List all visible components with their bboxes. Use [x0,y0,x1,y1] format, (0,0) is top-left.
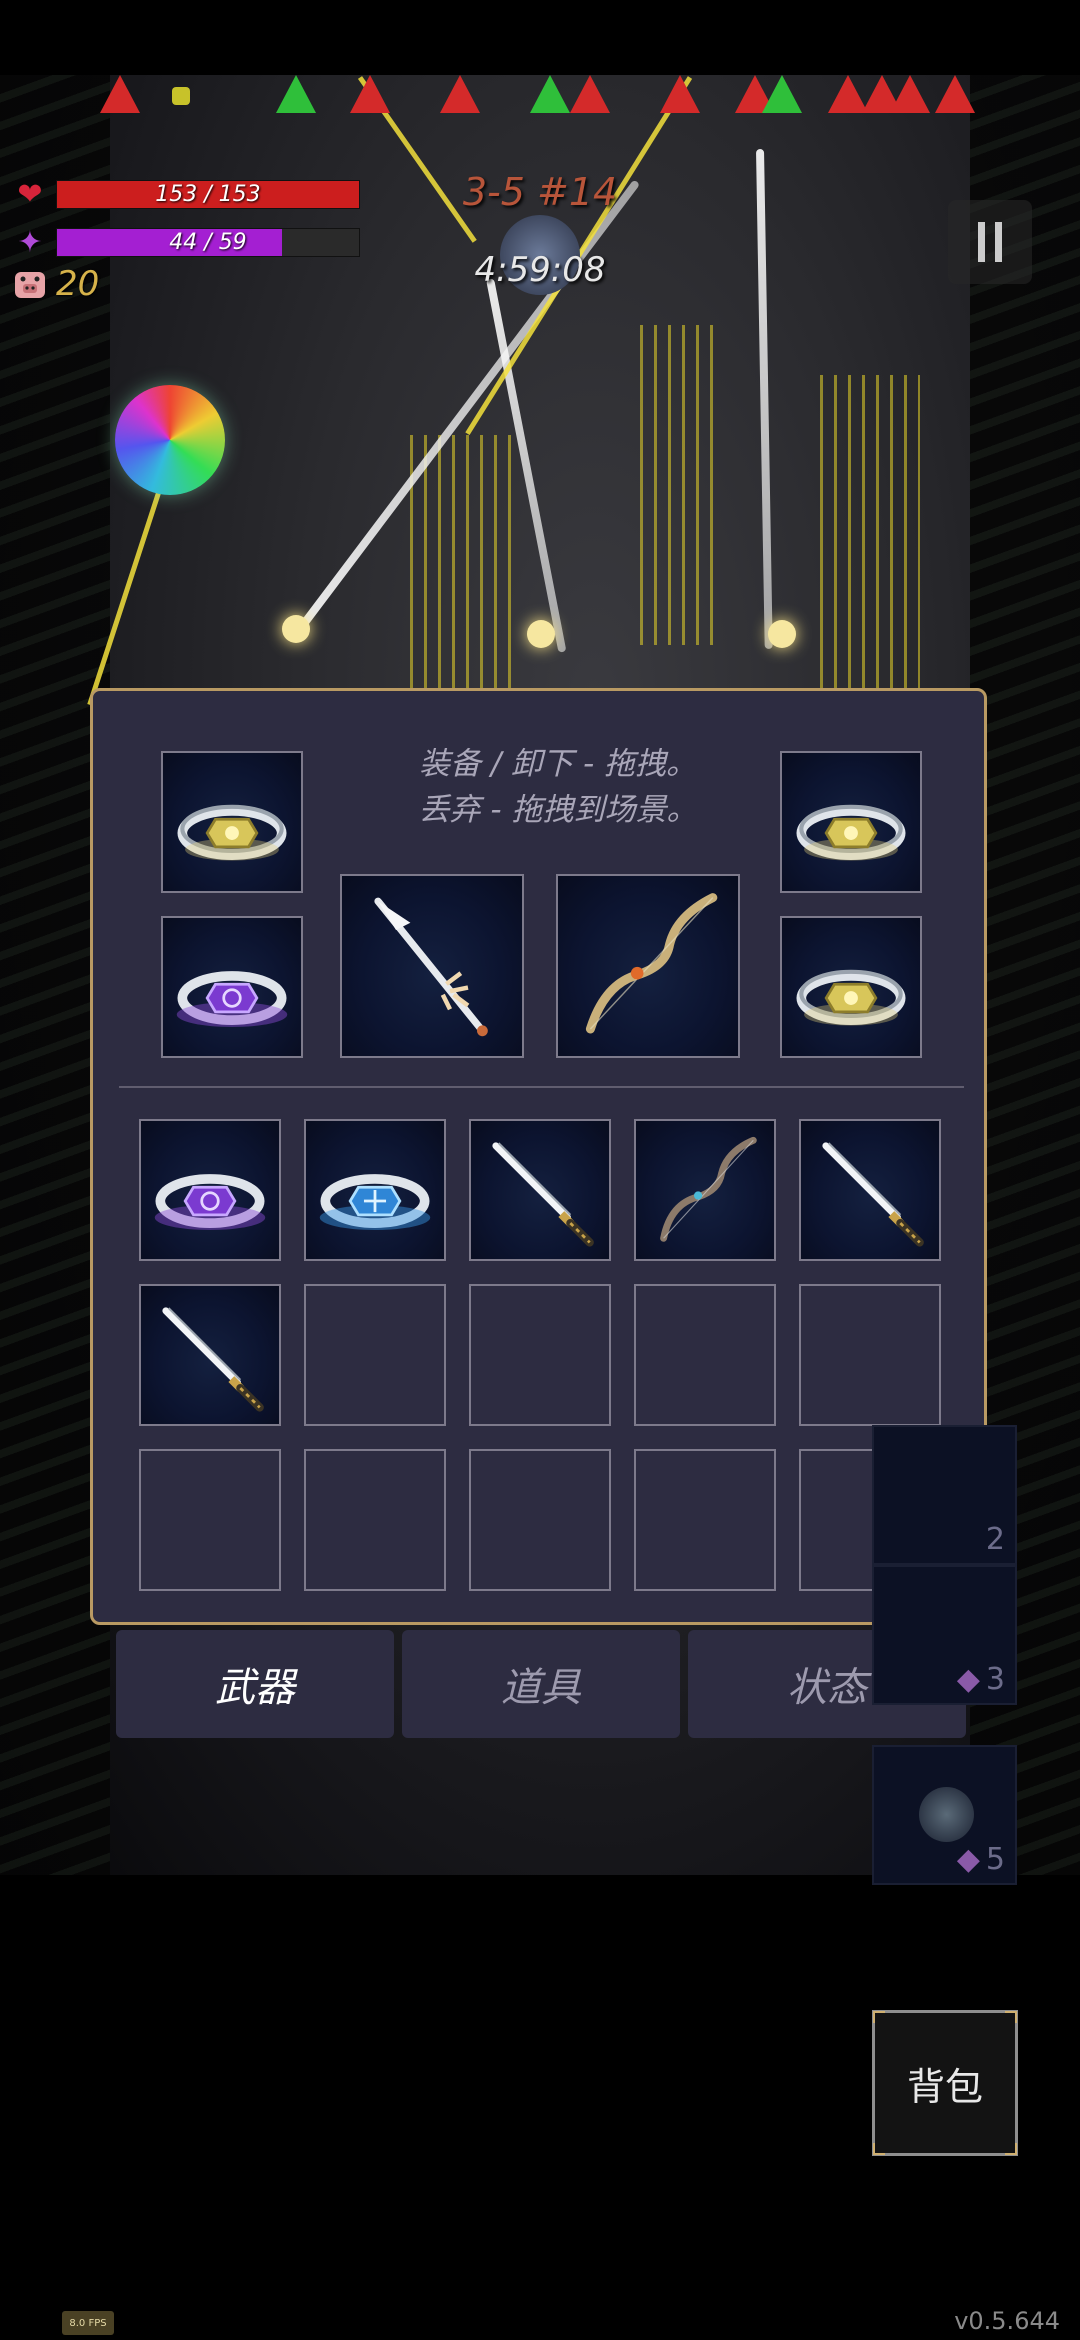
enemy-marker [570,75,610,113]
ring-slot-bottom-right[interactable] [780,916,922,1058]
enemy-marker [172,87,190,105]
purple-ring-icon [163,918,301,1056]
skill-cost-value: 2 [985,1522,1005,1557]
corner-decoration [873,2011,885,2023]
bag-slot-empty[interactable] [304,1449,446,1591]
skill-cost: ◆ 3 [957,1662,1005,1697]
pause-button[interactable] [948,200,1032,284]
bag-slot[interactable] [304,1119,446,1261]
weapon-slot-2[interactable] [556,874,740,1058]
timer: 4:59:08 [474,250,606,290]
corner-decoration [873,2143,885,2155]
hint-discard: 丢弃 - 拖拽到场景。 [418,792,698,828]
katana-icon [801,1121,939,1259]
turret [768,620,796,648]
enemy-markers [0,75,1080,120]
gold-ring-icon [782,753,920,891]
purple-ring-icon [141,1121,279,1259]
skill-cost-value: 5 [985,1842,1005,1877]
skill-icon [919,1787,974,1842]
bag-slot-empty[interactable] [634,1449,776,1591]
bag-slot[interactable] [469,1119,611,1261]
version-label: v0.5.644 [954,2307,1060,2335]
tab-weapons[interactable]: 武器 [116,1630,394,1738]
bag-slot-empty[interactable] [469,1449,611,1591]
backpack-button[interactable]: 背包 [872,2010,1018,2156]
enemy-marker [660,75,700,113]
bag-slot-empty[interactable] [304,1284,446,1426]
ring-slot-top-left[interactable] [161,751,303,893]
fps-counter: 8.0 FPS [62,2311,114,2335]
turret [527,620,555,648]
spear-icon [342,876,522,1056]
enemy-marker [276,75,316,113]
tab-items[interactable]: 道具 [402,1630,680,1738]
projectile-field [820,375,920,725]
enemy-marker [100,75,140,113]
bag-slot[interactable] [139,1119,281,1261]
bow-icon [558,876,738,1056]
skill-slot[interactable]: ◆ 3 [872,1565,1017,1705]
enemy-marker [762,75,802,113]
gem-icon: ◆ [956,1662,980,1697]
hint-equip: 装备 / 卸下 - 拖拽。 [418,746,698,782]
bag-slot-empty[interactable] [799,1284,941,1426]
bow-icon [636,1121,774,1259]
inventory-hint: 装备 / 卸下 - 拖拽。 丢弃 - 拖拽到场景。 [393,741,723,833]
backpack-label: 背包 [906,2064,983,2109]
skill-cost: ◆ 5 [957,1842,1005,1877]
inventory-panel: 装备 / 卸下 - 拖拽。 丢弃 - 拖拽到场景。 [90,688,987,1625]
turret [282,615,310,643]
bag-slot-empty[interactable] [634,1284,776,1426]
gold-ring-icon [782,918,920,1056]
ring-slot-top-right[interactable] [780,751,922,893]
projectile-field [640,325,720,645]
enemy-marker [350,75,390,113]
stage-label: 3-5 #14 [462,170,618,214]
gold-ring-icon [163,753,301,891]
bag-slot[interactable] [634,1119,776,1261]
skill-cost-value: 3 [985,1662,1005,1697]
inventory-tabs: 武器 道具 状态 [116,1630,966,1738]
corner-decoration [1005,2143,1017,2155]
gem-icon: ◆ [956,1842,980,1877]
bag-slot[interactable] [139,1284,281,1426]
skill-cost: 2 [986,1522,1005,1557]
katana-icon [141,1286,279,1424]
pause-icon-bar [995,222,1002,262]
enemy-marker [440,75,480,113]
enemy-marker [935,75,975,113]
rainbow-orb [115,385,225,495]
enemy-marker [890,75,930,113]
ring-slot-bottom-left[interactable] [161,916,303,1058]
skill-slot[interactable]: ◆ 5 [872,1745,1017,1885]
pause-icon-bar [978,222,985,262]
enemy-marker [530,75,570,113]
blue-ring-icon [306,1121,444,1259]
bag-slot-empty[interactable] [469,1284,611,1426]
light-beam [756,148,773,649]
divider [119,1086,964,1088]
bag-slot[interactable] [799,1119,941,1261]
skill-slot[interactable]: 2 [872,1425,1017,1565]
corner-decoration [1005,2011,1017,2023]
bag-slot-empty[interactable] [139,1449,281,1591]
weapon-slot-1[interactable] [340,874,524,1058]
katana-icon [471,1121,609,1259]
